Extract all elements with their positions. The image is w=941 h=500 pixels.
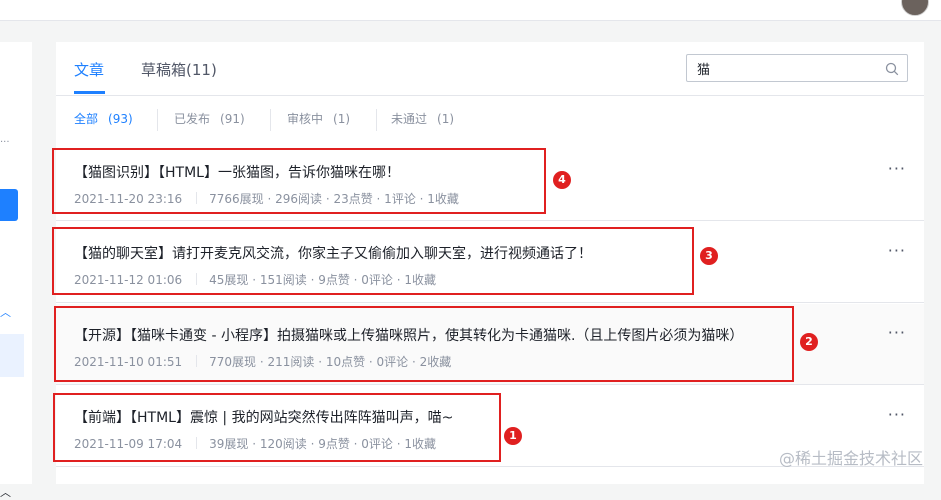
more-options-icon[interactable]: ···	[888, 325, 906, 341]
sidebar-active-button[interactable]	[0, 189, 18, 221]
filter-published[interactable]: 已发布 (91)	[174, 110, 245, 127]
article-date: 2021-11-10 01:51	[74, 355, 183, 369]
article-meta: 2021-11-09 17:04 39展现 · 120阅读 · 9点赞 · 0评论…	[74, 435, 436, 452]
annotation-badge: 1	[504, 427, 522, 445]
avatar[interactable]	[901, 0, 929, 16]
watermark: @稀土掘金技术社区	[778, 449, 923, 468]
article-date: 2021-11-12 01:06	[74, 273, 183, 287]
more-options-icon[interactable]: ···	[888, 161, 906, 177]
active-tab-indicator	[74, 91, 105, 94]
annotation-badge: 3	[700, 247, 718, 265]
article-date: 2021-11-09 17:04	[74, 437, 183, 451]
filter-rejected-label: 未通过	[391, 112, 428, 126]
filter-published-label: 已发布	[174, 112, 211, 126]
top-bar	[0, 0, 941, 21]
search-box[interactable]	[686, 54, 908, 82]
more-options-icon[interactable]: ···	[888, 407, 906, 423]
filter-all-count: (93)	[108, 112, 133, 126]
meta-divider	[196, 355, 198, 367]
filter-reviewing[interactable]: 审核中 (1)	[287, 110, 350, 127]
article-meta: 2021-11-10 01:51 770展现 · 211阅读 · 10点赞 · 0…	[74, 353, 451, 370]
sidebar-item-highlighted[interactable]	[0, 334, 24, 377]
filter-rejected-count: (1)	[437, 112, 455, 126]
article-row[interactable]: 【开源】【猫咪卡通变 - 小程序】拍摄猫咪或上传猫咪照片，使其转化为卡通猫咪.（…	[56, 304, 924, 385]
meta-divider	[196, 437, 198, 449]
article-stats: 45展现 · 151阅读 · 9点赞 · 0评论 · 1收藏	[209, 273, 436, 287]
search-icon[interactable]	[885, 62, 899, 76]
article-meta: 2021-11-12 01:06 45展现 · 151阅读 · 9点赞 · 0评论…	[74, 271, 436, 288]
chevron-up-icon[interactable]: ︿	[0, 484, 11, 500]
tab-bar: 文章 草稿箱(11)	[56, 42, 924, 96]
article-manager-panel: 文章 草稿箱(11) 全部(93) 已发布(91) 审核中(1) 未通过(1) …	[56, 42, 924, 484]
annotation-badge: 2	[800, 333, 818, 351]
annotation-badge: 4	[553, 171, 571, 189]
article-date: 2021-11-20 23:16	[74, 192, 183, 206]
sidebar: ··· ︿ ︿	[0, 42, 32, 499]
article-title[interactable]: 【前端】【HTML】震惊 | 我的网站突然传出阵阵猫叫声，喵~	[74, 407, 453, 427]
filter-rejected[interactable]: 未通过 (1)	[391, 110, 454, 127]
filter-reviewing-count: (1)	[333, 112, 351, 126]
filter-divider	[376, 109, 377, 131]
article-stats: 770展现 · 211阅读 · 10点赞 · 0评论 · 2收藏	[209, 355, 452, 369]
filter-all[interactable]: 全部 (93)	[74, 110, 133, 127]
filter-all-label: 全部	[74, 112, 99, 126]
filter-divider	[157, 109, 158, 131]
more-options-icon[interactable]: ···	[888, 243, 906, 259]
article-stats: 7766展现 · 296阅读 · 23点赞 · 1评论 · 1收藏	[209, 192, 459, 206]
filter-divider	[270, 109, 271, 131]
filter-reviewing-label: 审核中	[287, 112, 324, 126]
meta-divider	[196, 273, 198, 285]
filter-published-count: (91)	[220, 112, 245, 126]
article-row[interactable]: 【猫图识别】【HTML】一张猫图，告诉你猫咪在哪！ 2021-11-20 23:…	[56, 140, 924, 221]
article-meta: 2021-11-20 23:16 7766展现 · 296阅读 · 23点赞 · …	[74, 190, 459, 207]
sidebar-ellipsis-icon[interactable]: ···	[0, 137, 10, 148]
search-input[interactable]	[697, 59, 877, 77]
article-row[interactable]: 【猫的聊天室】请打开麦克风交流，你家主子又偷偷加入聊天室，进行视频通话了！ 20…	[56, 222, 924, 303]
article-title[interactable]: 【猫的聊天室】请打开麦克风交流，你家主子又偷偷加入聊天室，进行视频通话了！	[74, 243, 592, 263]
article-title[interactable]: 【开源】【猫咪卡通变 - 小程序】拍摄猫咪或上传猫咪照片，使其转化为卡通猫咪.（…	[74, 325, 743, 345]
article-title[interactable]: 【猫图识别】【HTML】一张猫图，告诉你猫咪在哪！	[74, 162, 400, 182]
chevron-up-icon[interactable]: ︿	[0, 304, 11, 320]
tab-drafts[interactable]: 草稿箱(11)	[141, 59, 217, 80]
tab-articles[interactable]: 文章	[74, 59, 104, 80]
article-stats: 39展现 · 120阅读 · 9点赞 · 0评论 · 1收藏	[209, 437, 436, 451]
meta-divider	[196, 192, 198, 204]
